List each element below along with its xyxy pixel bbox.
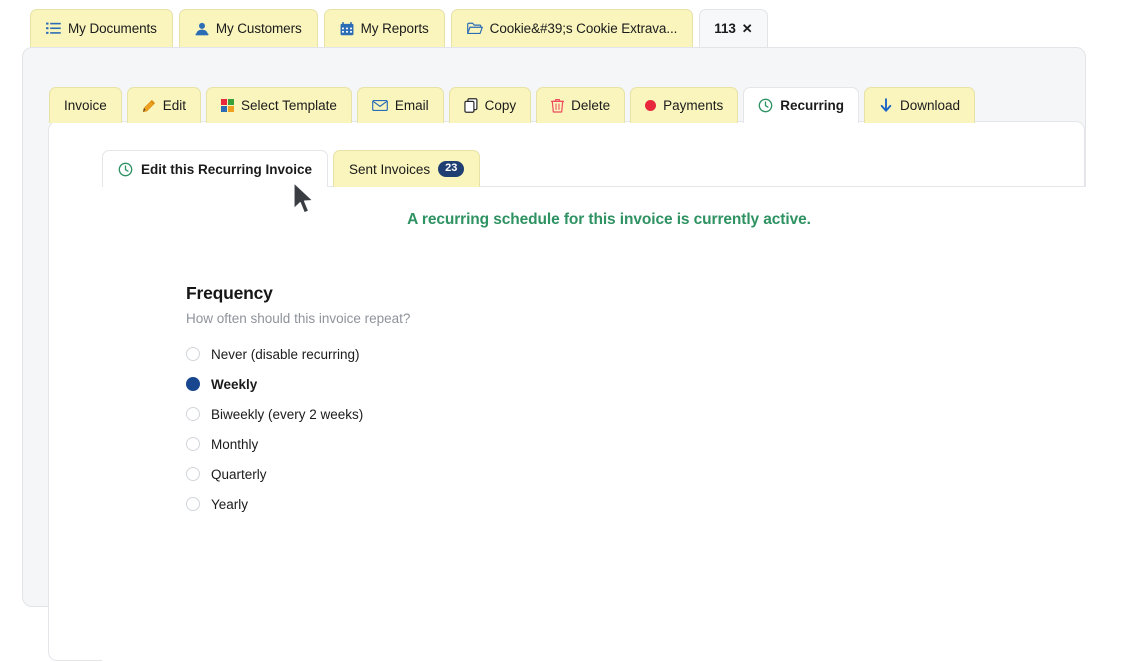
radio-button[interactable] xyxy=(186,497,200,511)
radio-option-weekly[interactable]: Weekly xyxy=(186,369,410,399)
subtab-sent-invoices[interactable]: Sent Invoices 23 xyxy=(333,150,481,187)
sent-invoices-count-badge: 23 xyxy=(438,161,465,177)
tab-label: Download xyxy=(899,98,961,113)
radio-button[interactable] xyxy=(186,437,200,451)
template-grid-icon xyxy=(221,99,235,112)
radio-button[interactable] xyxy=(186,407,200,421)
frequency-heading: Frequency xyxy=(186,283,273,303)
outer-workspace-panel: Edit this Recurring Invoice Sent Invoice… xyxy=(22,47,1086,662)
tab-download[interactable]: Download xyxy=(863,87,976,123)
tab-label: Email xyxy=(394,98,429,113)
clock-icon xyxy=(118,162,133,177)
workspace-tab-my-documents[interactable]: My Documents xyxy=(30,9,173,47)
download-arrow-icon xyxy=(879,98,893,113)
radio-button[interactable] xyxy=(186,347,200,361)
tab-label: Invoice xyxy=(64,98,107,113)
workspace-tab-bar: My Documents My Customers My Reports Coo… xyxy=(0,0,1122,47)
calendar-icon xyxy=(340,21,354,36)
copy-icon xyxy=(463,98,478,113)
clock-icon xyxy=(758,98,773,113)
radio-label: Monthly xyxy=(211,436,259,452)
tab-select-template[interactable]: Select Template xyxy=(206,87,352,123)
tab-label: Select Template xyxy=(241,98,337,113)
tab-label: Delete xyxy=(571,98,611,113)
frequency-section: Frequency How often should this invoice … xyxy=(186,283,410,519)
radio-label: Weekly xyxy=(211,376,258,392)
workspace-tab-113[interactable]: 113 ✕ xyxy=(699,9,768,47)
radio-button[interactable] xyxy=(186,377,200,391)
workspace-tab-my-customers[interactable]: My Customers xyxy=(178,9,318,47)
workspace-tab-label: Cookie&#39;s Cookie Extrava... xyxy=(489,21,678,36)
radio-label: Quarterly xyxy=(211,466,267,482)
radio-option-quarterly[interactable]: Quarterly xyxy=(186,459,410,489)
tab-label: Edit xyxy=(162,98,187,113)
red-dot-icon xyxy=(645,100,657,111)
radio-option-never[interactable]: Never (disable recurring) xyxy=(186,339,410,369)
workspace-tab-cookies-cookie-extravaganza[interactable]: Cookie&#39;s Cookie Extrava... xyxy=(450,9,694,47)
workspace-tab-label: My Documents xyxy=(68,21,157,36)
radio-button[interactable] xyxy=(186,467,200,481)
close-icon[interactable]: ✕ xyxy=(742,21,753,37)
tab-label: Recurring xyxy=(780,98,844,113)
tab-recurring[interactable]: Recurring xyxy=(743,87,859,123)
tab-label: Payments xyxy=(663,98,724,113)
radio-option-biweekly[interactable]: Biweekly (every 2 weeks) xyxy=(186,399,410,429)
list-icon xyxy=(46,22,61,35)
radio-option-monthly[interactable]: Monthly xyxy=(186,429,410,459)
tab-delete[interactable]: Delete xyxy=(536,87,626,123)
tab-copy[interactable]: Copy xyxy=(448,87,532,123)
user-icon xyxy=(195,22,209,36)
document-action-tab-bar: Invoice Edit Select Template Email Copy … xyxy=(49,85,980,123)
subtab-label: Sent Invoices xyxy=(349,161,431,177)
document-panel: Edit this Recurring Invoice Sent Invoice… xyxy=(48,121,1086,662)
recurring-status-message: A recurring schedule for this invoice is… xyxy=(407,211,811,228)
tab-edit[interactable]: Edit xyxy=(126,87,202,123)
radio-label: Never (disable recurring) xyxy=(211,346,360,362)
radio-label: Biweekly (every 2 weeks) xyxy=(211,406,364,422)
trash-icon xyxy=(551,98,565,113)
radio-label: Yearly xyxy=(211,496,249,512)
pencil-icon xyxy=(142,99,156,113)
tab-email[interactable]: Email xyxy=(356,87,444,123)
radio-option-yearly[interactable]: Yearly xyxy=(186,489,410,519)
workspace-tab-label: My Customers xyxy=(215,21,302,36)
envelope-icon xyxy=(371,99,388,112)
subtab-edit-this-recurring-invoice[interactable]: Edit this Recurring Invoice xyxy=(102,150,329,187)
frequency-subheading: How often should this invoice repeat? xyxy=(186,311,411,326)
recurring-subtab-bar: Edit this Recurring Invoice Sent Invoice… xyxy=(102,150,485,187)
workspace-tab-label: My Reports xyxy=(360,21,429,36)
recurring-settings-content: A recurring schedule for this invoice is… xyxy=(102,186,1086,662)
tab-label: Copy xyxy=(484,98,517,113)
tab-payments[interactable]: Payments xyxy=(630,87,739,123)
folder-icon xyxy=(466,22,483,35)
workspace-tab-label: 113 xyxy=(714,21,736,36)
tab-invoice[interactable]: Invoice xyxy=(49,87,122,123)
subtab-label: Edit this Recurring Invoice xyxy=(141,161,313,177)
workspace-tab-my-reports[interactable]: My Reports xyxy=(323,9,445,47)
